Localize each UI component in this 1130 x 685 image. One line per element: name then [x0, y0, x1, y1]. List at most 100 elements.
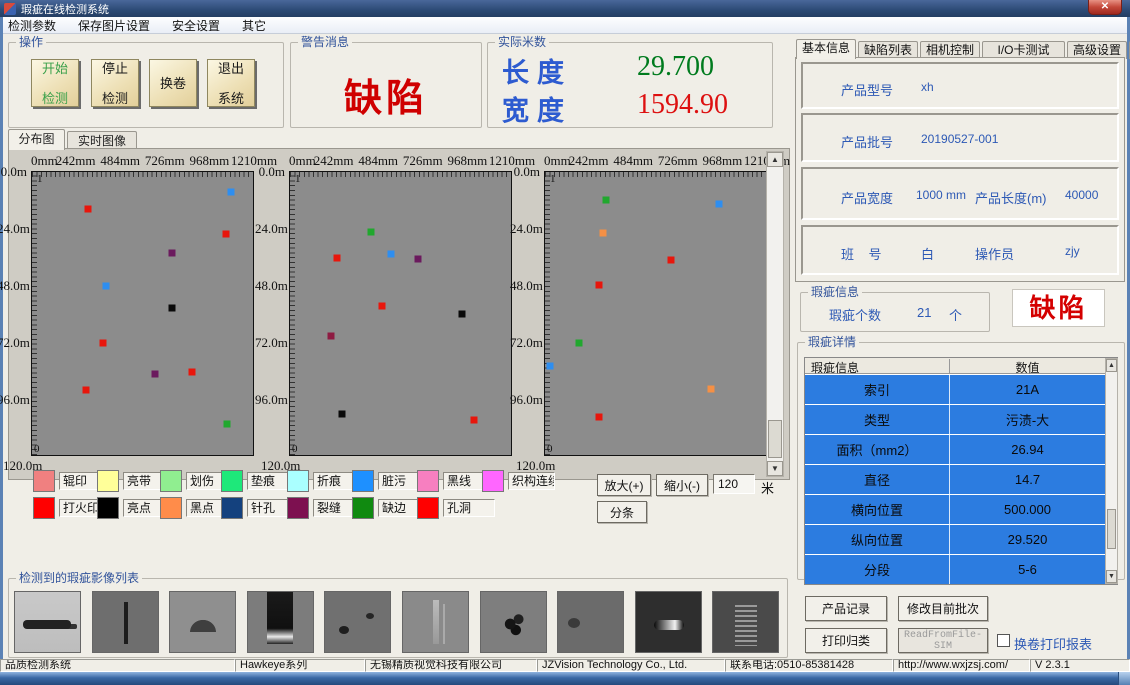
- defect-thumbnail-6[interactable]: [402, 591, 469, 653]
- product-record-button[interactable]: 产品记录: [805, 596, 887, 621]
- menu-item-检测参数[interactable]: 检测参数: [8, 17, 56, 34]
- split-button[interactable]: 分条: [597, 501, 647, 523]
- defect-point[interactable]: [168, 250, 175, 257]
- scatter-plot-1[interactable]: 10: [31, 171, 254, 456]
- defect-point[interactable]: [595, 414, 602, 421]
- print-classify-button[interactable]: 打印归类: [805, 628, 887, 653]
- defect-images-group: 检测到的瑕疵影像列表: [8, 578, 788, 658]
- menu-item-保存图片设置[interactable]: 保存图片设置: [78, 17, 150, 34]
- defect-point[interactable]: [716, 200, 723, 207]
- x-tick-label: 726mm: [658, 153, 698, 169]
- table-header-info: 瑕疵信息: [811, 359, 859, 376]
- status-segment-2: Hawkeye系列: [235, 659, 365, 672]
- table-row[interactable]: 横向位置500.000: [805, 495, 1105, 524]
- menu-item-安全设置[interactable]: 安全设置: [172, 17, 220, 34]
- scatter-plot-3[interactable]: 10: [544, 171, 767, 456]
- zoom-in-button[interactable]: 放大(+): [597, 474, 651, 496]
- table-scroll-down[interactable]: ▼: [1106, 570, 1117, 583]
- defect-point[interactable]: [103, 283, 110, 290]
- y-tick-label: 96.0m: [510, 392, 540, 408]
- scroll-up-button[interactable]: ▲: [767, 152, 783, 167]
- view-tab-分布图[interactable]: 分布图: [8, 129, 65, 150]
- defect-point[interactable]: [223, 230, 230, 237]
- defect-point[interactable]: [327, 332, 334, 339]
- defect-point[interactable]: [338, 411, 345, 418]
- defect-thumbnail-2[interactable]: [92, 591, 159, 653]
- defect-point[interactable]: [168, 305, 175, 312]
- defect-point[interactable]: [546, 362, 553, 369]
- defect-point[interactable]: [151, 370, 158, 377]
- defect-point[interactable]: [458, 310, 465, 317]
- table-row[interactable]: 面积（mm2）26.94: [805, 435, 1105, 464]
- defect-point[interactable]: [100, 339, 107, 346]
- distribution-plot-area: 0mm242mm484mm726mm968mm1210mm0.0m24.0m48…: [8, 148, 790, 480]
- x-tick-label: 0mm: [289, 153, 316, 169]
- defect-point[interactable]: [471, 417, 478, 424]
- table-scrollbar[interactable]: ▲▼: [1105, 358, 1118, 584]
- print-report-checkbox[interactable]: [997, 634, 1010, 647]
- warning-group: 警告消息 缺陷: [290, 42, 482, 128]
- defect-point[interactable]: [708, 386, 715, 393]
- op-button-1[interactable]: 开始检测: [31, 59, 79, 107]
- defect-point[interactable]: [667, 257, 674, 264]
- defect-point[interactable]: [599, 229, 606, 236]
- table-cell-label: 类型: [805, 405, 949, 434]
- window-title: 瑕疵在线检测系统: [21, 1, 109, 17]
- title-bar[interactable]: 瑕疵在线检测系统 ✕: [0, 0, 1130, 17]
- table-cell-label: 索引: [805, 375, 949, 404]
- operator-label: 操作员: [975, 244, 1014, 263]
- defect-thumbnail-10[interactable]: [712, 591, 779, 653]
- show-desktop-button[interactable]: [1118, 672, 1130, 685]
- table-scroll-up[interactable]: ▲: [1106, 359, 1117, 372]
- x-axis-ruler: [32, 172, 253, 177]
- table-row[interactable]: 类型污渍-大: [805, 405, 1105, 434]
- modify-batch-button[interactable]: 修改目前批次: [898, 596, 988, 621]
- op-button-2[interactable]: 停止检测: [91, 59, 139, 107]
- defect-point[interactable]: [224, 421, 231, 428]
- defect-point[interactable]: [368, 228, 375, 235]
- defect-point[interactable]: [334, 255, 341, 262]
- x-tick-label: 968mm: [448, 153, 488, 169]
- op-button-4[interactable]: 退出系统: [207, 59, 255, 107]
- table-row[interactable]: 纵向位置29.520: [805, 525, 1105, 554]
- table-row[interactable]: 直径14.7: [805, 465, 1105, 494]
- defect-detail-table[interactable]: 瑕疵信息数值索引21A类型污渍-大面积（mm2）26.94直径14.7横向位置5…: [804, 357, 1118, 585]
- product-batch-row: 产品批号 20190527-001: [801, 113, 1119, 162]
- defect-point[interactable]: [603, 196, 610, 203]
- defect-thumbnail-5[interactable]: [324, 591, 391, 653]
- defect-point[interactable]: [388, 251, 395, 258]
- defect-thumbnail-4[interactable]: [247, 591, 314, 653]
- defect-point[interactable]: [575, 339, 582, 346]
- defect-point[interactable]: [83, 387, 90, 394]
- taskbar[interactable]: [0, 672, 1130, 685]
- close-button[interactable]: ✕: [1088, 0, 1122, 15]
- defect-thumbnail-7[interactable]: [480, 591, 547, 653]
- x-tick-label: 726mm: [403, 153, 443, 169]
- table-scroll-thumb[interactable]: [1107, 509, 1116, 549]
- scroll-thumb[interactable]: [768, 420, 782, 458]
- defect-thumbnail-9[interactable]: [635, 591, 702, 653]
- table-row[interactable]: 分段5-6: [805, 555, 1105, 584]
- op-button-3[interactable]: 换卷: [149, 59, 197, 107]
- menu-item-其它[interactable]: 其它: [242, 17, 266, 34]
- defect-point[interactable]: [188, 368, 195, 375]
- defect-thumbnail-3[interactable]: [169, 591, 236, 653]
- plot-scrollbar[interactable]: ▲▼: [766, 151, 784, 477]
- product-width-value: 1000 mm: [916, 188, 966, 202]
- defect-point[interactable]: [596, 282, 603, 289]
- defect-point[interactable]: [414, 256, 421, 263]
- defect-point[interactable]: [84, 205, 91, 212]
- scale-input[interactable]: 120: [713, 474, 755, 494]
- defect-thumbnail-8[interactable]: [557, 591, 624, 653]
- x-tick-label: 0mm: [544, 153, 571, 169]
- defect-point[interactable]: [228, 188, 235, 195]
- scatter-plot-2[interactable]: 10: [289, 171, 512, 456]
- product-batch-label: 产品批号: [841, 132, 893, 151]
- defect-point[interactable]: [379, 302, 386, 309]
- scroll-down-button[interactable]: ▼: [767, 461, 783, 476]
- product-length-label: 产品长度(m): [975, 188, 1047, 207]
- defect-thumbnail-1[interactable]: [14, 591, 81, 653]
- zoom-out-button[interactable]: 缩小(-): [656, 474, 708, 496]
- info-tab-基本信息[interactable]: 基本信息: [796, 39, 856, 59]
- table-row[interactable]: 索引21A: [805, 375, 1105, 404]
